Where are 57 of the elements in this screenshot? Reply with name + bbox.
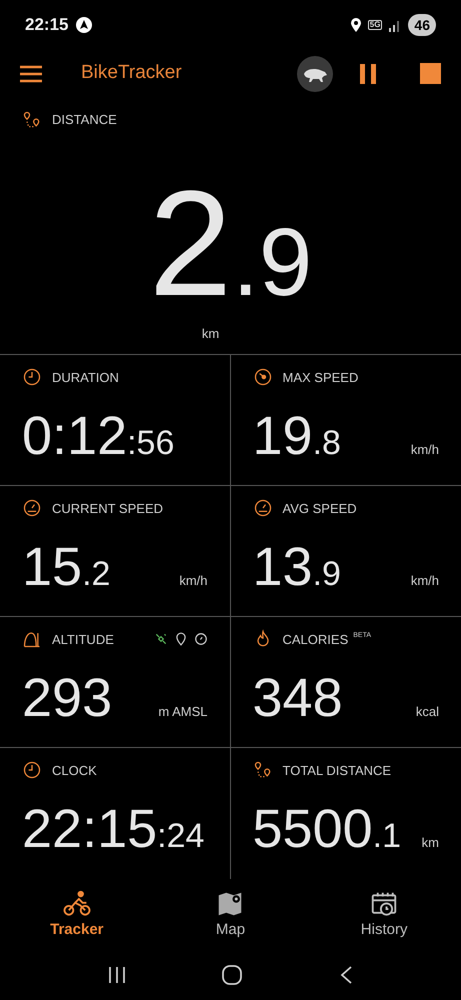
pause-icon (358, 62, 378, 85)
metric-label: AVG SPEED (282, 500, 357, 518)
menu-icon (20, 64, 42, 83)
metric-value: 19.8 (252, 409, 341, 464)
metric-value: 2.9 (148, 168, 312, 318)
status-time: 22:15 (25, 14, 68, 36)
metric-label: MAX SPEED (282, 368, 358, 387)
unit-label: m AMSL (158, 702, 208, 721)
clock-icon (22, 760, 42, 780)
metric-label: CURRENT SPEED (52, 500, 164, 518)
speedometer-icon (252, 498, 272, 518)
metric-value: 5500.1 (252, 802, 401, 856)
location-icon (350, 16, 362, 33)
nav-tab[interactable]: History (329, 889, 440, 942)
metric-label: ALTITUDE (52, 630, 114, 649)
unit-label: kcal (416, 702, 439, 721)
gauge-icon (252, 367, 272, 388)
metric-value: 22:15:24 (22, 802, 204, 856)
unit-label: km (202, 325, 220, 344)
route-pins-icon (22, 110, 42, 130)
boar-mode-button[interactable] (297, 56, 333, 92)
compass-icon (194, 632, 208, 646)
metric-value: 348 (252, 671, 343, 726)
metric-value: 0:12:56 (22, 409, 174, 464)
location-pin-icon (174, 632, 186, 646)
home-icon (222, 965, 242, 986)
network-type: 5G (368, 20, 382, 30)
unit-label: km/h (179, 572, 208, 590)
stop-button[interactable] (420, 63, 441, 84)
unit-label: km/h (410, 572, 439, 590)
nav-tab[interactable]: Tracker (22, 889, 132, 942)
metric-value: 293 (22, 671, 112, 726)
nav-tab[interactable]: Map (175, 889, 286, 942)
clock-icon (22, 367, 42, 388)
metric-label: TOTAL DISTANCE (282, 762, 392, 780)
satellite-icon (154, 632, 168, 646)
metric-label: CLOCK (52, 762, 97, 780)
route-pins-icon (252, 760, 272, 780)
recent-apps-icon (108, 966, 126, 984)
unit-label: km (422, 834, 439, 852)
metric-label: DURATION (52, 368, 119, 387)
metric-label: DISTANCE (52, 111, 117, 130)
menu-button[interactable] (20, 64, 42, 83)
battery-level: 46 (408, 14, 436, 36)
recent-apps-button[interactable] (108, 966, 126, 984)
speedometer-icon (22, 498, 42, 518)
metric-value: 13.9 (252, 540, 341, 594)
stop-icon (420, 63, 441, 84)
pause-button[interactable] (358, 62, 378, 85)
back-button[interactable] (338, 965, 353, 986)
navigation-icon (76, 16, 92, 33)
home-button[interactable] (222, 965, 242, 986)
metric-value: 15.2 (22, 540, 110, 594)
unit-label: km/h (410, 440, 439, 459)
back-icon (338, 965, 353, 986)
app-title: BikeTracker (81, 61, 182, 86)
metric-label: CALORIES (282, 630, 348, 649)
